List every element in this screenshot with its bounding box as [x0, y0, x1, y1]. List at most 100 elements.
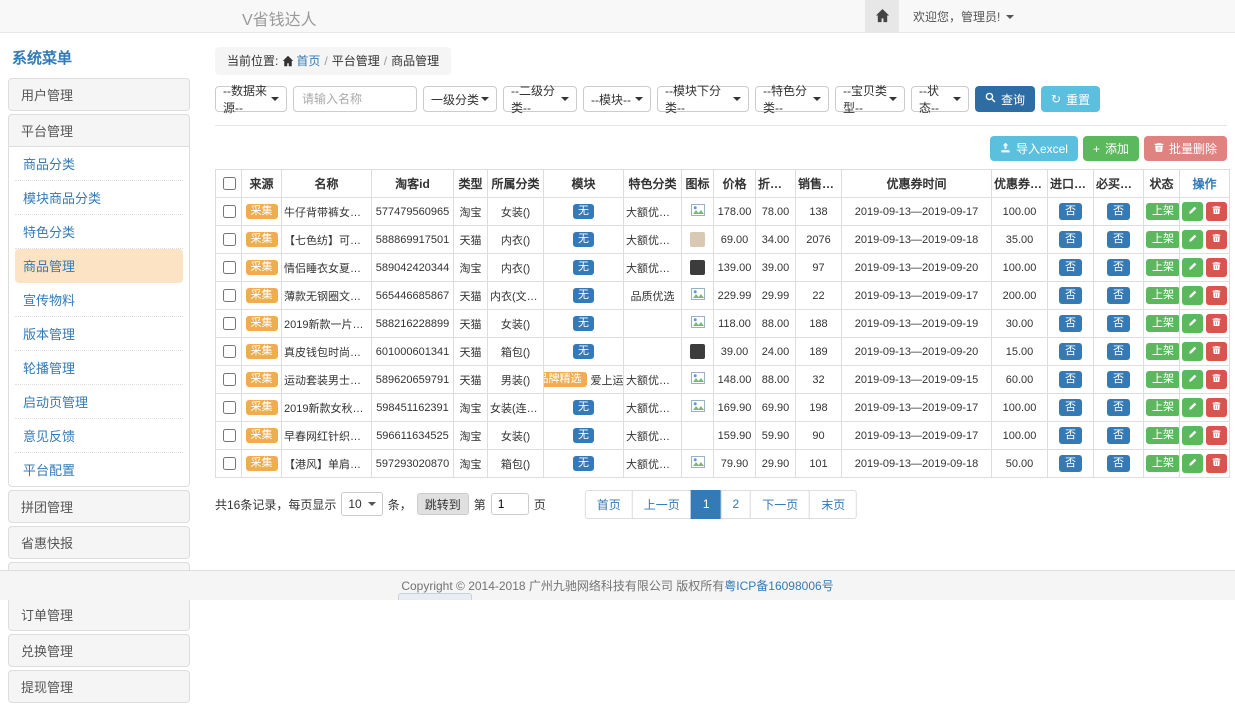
status-button[interactable]: 上架 — [1146, 315, 1180, 332]
select-all-checkbox[interactable] — [223, 177, 236, 190]
batch-delete-button[interactable]: 批量删除 — [1144, 136, 1227, 161]
page-size-select[interactable]: 10 — [341, 492, 382, 516]
filter-input-keyword[interactable] — [293, 86, 417, 112]
edit-button[interactable] — [1182, 426, 1203, 445]
sidebar-item-用户管理[interactable]: 用户管理 — [9, 79, 189, 110]
must-buy-toggle-button[interactable]: 否 — [1107, 315, 1130, 332]
status-button[interactable]: 上架 — [1146, 287, 1180, 304]
sidebar-item-商品管理[interactable]: 商品管理 — [15, 249, 183, 283]
status-button[interactable]: 上架 — [1146, 371, 1180, 388]
must-buy-toggle-button[interactable]: 否 — [1107, 371, 1130, 388]
row-checkbox[interactable] — [223, 345, 236, 358]
delete-button[interactable] — [1206, 286, 1227, 305]
import-toggle-button[interactable]: 否 — [1059, 343, 1082, 360]
filter-select-data-source[interactable]: --数据来源-- — [215, 86, 287, 112]
filter-select-category-l1[interactable]: 一级分类 — [423, 86, 497, 112]
status-button[interactable]: 上架 — [1146, 399, 1180, 416]
sidebar-item-平台配置[interactable]: 平台配置 — [15, 453, 183, 486]
status-button[interactable]: 上架 — [1146, 203, 1180, 220]
edit-button[interactable] — [1182, 370, 1203, 389]
sidebar-item-订单管理[interactable]: 订单管理 — [9, 599, 189, 630]
must-buy-toggle-button[interactable]: 否 — [1107, 259, 1130, 276]
sidebar-item-平台管理[interactable]: 平台管理 — [9, 115, 189, 146]
sidebar-item-省惠快报[interactable]: 省惠快报 — [9, 527, 189, 558]
pager-page-2[interactable]: 2 — [721, 490, 752, 519]
status-button[interactable]: 上架 — [1146, 427, 1180, 444]
edit-button[interactable] — [1182, 398, 1203, 417]
edit-button[interactable] — [1182, 202, 1203, 221]
delete-button[interactable] — [1206, 258, 1227, 277]
delete-button[interactable] — [1206, 454, 1227, 473]
pager-first[interactable]: 首页 — [585, 490, 633, 519]
import-excel-button[interactable]: 导入excel — [990, 136, 1078, 161]
filter-select-category-l2[interactable]: --二级分类-- — [503, 86, 577, 112]
delete-button[interactable] — [1206, 314, 1227, 333]
jump-to-button[interactable]: 跳转到 — [417, 493, 469, 515]
delete-button[interactable] — [1206, 426, 1227, 445]
must-buy-toggle-button[interactable]: 否 — [1107, 343, 1130, 360]
import-toggle-button[interactable]: 否 — [1059, 399, 1082, 416]
breadcrumb-home-link[interactable]: 首页 — [296, 54, 320, 68]
delete-button[interactable] — [1206, 398, 1227, 417]
must-buy-toggle-button[interactable]: 否 — [1107, 231, 1130, 248]
search-button[interactable]: 查询 — [975, 86, 1035, 112]
icp-link[interactable]: 粤ICP备16098006号 — [724, 577, 833, 594]
row-checkbox[interactable] — [223, 261, 236, 274]
status-button[interactable]: 上架 — [1146, 231, 1180, 248]
add-button[interactable]: + 添加 — [1083, 136, 1139, 161]
sidebar-item-兑换管理[interactable]: 兑换管理 — [9, 635, 189, 666]
edit-button[interactable] — [1182, 230, 1203, 249]
sidebar-item-启动页管理[interactable]: 启动页管理 — [15, 385, 183, 419]
filter-select-module-sub[interactable]: --模块下分类-- — [657, 86, 749, 112]
must-buy-toggle-button[interactable]: 否 — [1107, 287, 1130, 304]
import-toggle-button[interactable]: 否 — [1059, 455, 1082, 472]
sidebar-item-意见反馈[interactable]: 意见反馈 — [15, 419, 183, 453]
must-buy-toggle-button[interactable]: 否 — [1107, 427, 1130, 444]
sidebar-item-轮播管理[interactable]: 轮播管理 — [15, 351, 183, 385]
row-checkbox[interactable] — [223, 317, 236, 330]
sidebar-item-提现管理[interactable]: 提现管理 — [9, 671, 189, 702]
row-checkbox[interactable] — [223, 457, 236, 470]
sidebar-item-商品分类[interactable]: 商品分类 — [15, 147, 183, 181]
page-number-input[interactable] — [491, 493, 529, 515]
pager-prev[interactable]: 上一页 — [632, 490, 692, 519]
import-toggle-button[interactable]: 否 — [1059, 287, 1082, 304]
must-buy-toggle-button[interactable]: 否 — [1107, 399, 1130, 416]
filter-select-feature[interactable]: --特色分类-- — [755, 86, 829, 112]
filter-select-status[interactable]: --状态-- — [911, 86, 969, 112]
status-button[interactable]: 上架 — [1146, 343, 1180, 360]
row-checkbox[interactable] — [223, 205, 236, 218]
row-checkbox[interactable] — [223, 289, 236, 302]
status-button[interactable]: 上架 — [1146, 455, 1180, 472]
edit-button[interactable] — [1182, 454, 1203, 473]
edit-button[interactable] — [1182, 258, 1203, 277]
import-toggle-button[interactable]: 否 — [1059, 203, 1082, 220]
sidebar-item-宣传物料[interactable]: 宣传物料 — [15, 283, 183, 317]
pager-last[interactable]: 末页 — [809, 490, 857, 519]
edit-button[interactable] — [1182, 314, 1203, 333]
edit-button[interactable] — [1182, 286, 1203, 305]
sidebar-item-拼团管理[interactable]: 拼团管理 — [9, 491, 189, 522]
filter-select-item-type[interactable]: --宝贝类型-- — [835, 86, 905, 112]
import-toggle-button[interactable]: 否 — [1059, 371, 1082, 388]
delete-button[interactable] — [1206, 342, 1227, 361]
import-toggle-button[interactable]: 否 — [1059, 427, 1082, 444]
row-checkbox[interactable] — [223, 429, 236, 442]
row-checkbox[interactable] — [223, 233, 236, 246]
import-toggle-button[interactable]: 否 — [1059, 231, 1082, 248]
row-checkbox[interactable] — [223, 401, 236, 414]
row-checkbox[interactable] — [223, 373, 236, 386]
filter-select-module[interactable]: --模块-- — [583, 86, 651, 112]
status-button[interactable]: 上架 — [1146, 259, 1180, 276]
pager-next[interactable]: 下一页 — [750, 490, 810, 519]
sidebar-item-特色分类[interactable]: 特色分类 — [15, 215, 183, 249]
must-buy-toggle-button[interactable]: 否 — [1107, 203, 1130, 220]
reset-button[interactable]: ↻ 重置 — [1041, 86, 1100, 112]
delete-button[interactable] — [1206, 230, 1227, 249]
sidebar-item-版本管理[interactable]: 版本管理 — [15, 317, 183, 351]
delete-button[interactable] — [1206, 370, 1227, 389]
delete-button[interactable] — [1206, 202, 1227, 221]
home-nav-button[interactable] — [865, 0, 899, 33]
import-toggle-button[interactable]: 否 — [1059, 315, 1082, 332]
pager-page-1[interactable]: 1 — [691, 490, 722, 519]
